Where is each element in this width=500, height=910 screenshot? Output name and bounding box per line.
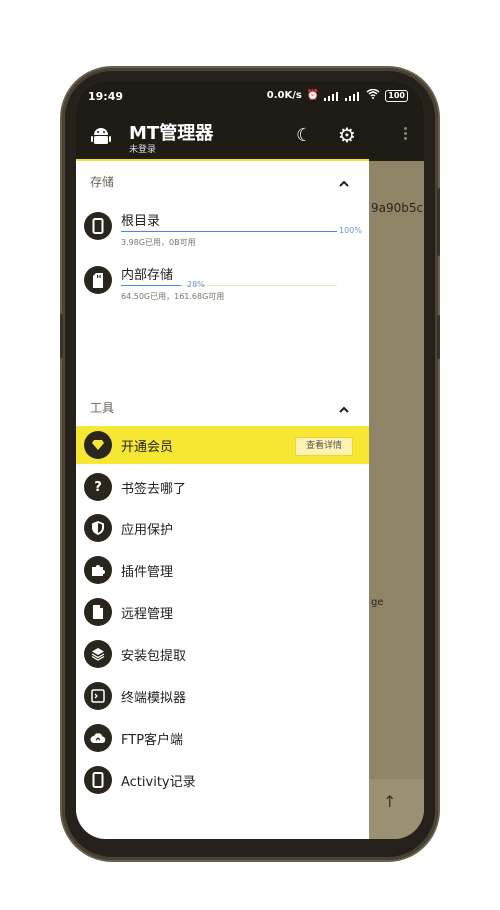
- storage-item-internal[interactable]: 内部存储 28% 64.50G已用，161.68G可用: [76, 261, 369, 301]
- file-icon: [84, 598, 112, 626]
- app-toolbar: MT管理器 未登录 ☾ ⚙: [76, 111, 424, 161]
- phone-icon: [84, 212, 112, 240]
- tool-label: FTP客户端: [121, 733, 184, 748]
- tool-label: 书签去哪了: [121, 482, 187, 497]
- tool-label: 插件管理: [121, 565, 174, 580]
- tool-label: 应用保护: [121, 523, 174, 538]
- storage-section-title: 存储: [90, 175, 115, 189]
- chevron-up-icon[interactable]: [338, 401, 350, 413]
- tool-label: 远程管理: [121, 607, 174, 622]
- android-icon[interactable]: [90, 125, 112, 147]
- tool-item-bookmarks[interactable]: ? 书签去哪了: [76, 468, 369, 506]
- network-speed: 0.0K/s: [266, 90, 302, 101]
- status-bar: 19:49 0.0K/s ⏰ 100: [76, 81, 424, 111]
- status-icons: 0.0K/s ⏰ 100: [266, 88, 408, 102]
- file-panel: 9a90b5c ge ↑: [369, 161, 424, 839]
- tool-label: 终端模拟器: [121, 691, 187, 706]
- storage-percent: 28%: [187, 280, 205, 289]
- gear-icon[interactable]: ⚙: [338, 123, 356, 147]
- volume-button: [60, 314, 63, 358]
- storage-usage: 3.98G已用，0B可用: [121, 238, 196, 247]
- tool-item-terminal[interactable]: 终端模拟器: [76, 677, 369, 715]
- signal-icon-1: [324, 91, 340, 101]
- sdcard-icon: [84, 266, 112, 294]
- more-menu-icon[interactable]: [404, 125, 408, 142]
- storage-progress-bar: [121, 231, 337, 232]
- side-button: [437, 315, 440, 359]
- tool-item-app-protect[interactable]: 应用保护: [76, 509, 369, 547]
- question-icon: ?: [84, 473, 112, 501]
- layers-icon: [84, 640, 112, 668]
- vip-label: 开通会员: [121, 440, 174, 455]
- storage-usage: 64.50G已用，161.68G可用: [121, 292, 225, 301]
- storage-label: 根目录: [121, 214, 161, 229]
- file-name-text: 9a90b5c: [371, 201, 424, 215]
- view-details-button[interactable]: 查看详情: [295, 437, 353, 456]
- terminal-icon: [84, 682, 112, 710]
- puzzle-icon: [84, 556, 112, 584]
- vip-item[interactable]: 开通会员 查看详情: [76, 426, 369, 464]
- storage-label: 内部存储: [121, 268, 174, 283]
- navigation-drawer: 存储 根目录 100% 3.98G已用，0B可用 内部存储 28% 64.50G…: [76, 161, 369, 839]
- cloud-icon: [84, 724, 112, 752]
- storage-item-root[interactable]: 根目录 100% 3.98G已用，0B可用: [76, 207, 369, 247]
- power-button: [437, 188, 440, 256]
- tool-label: 安装包提取: [121, 649, 187, 664]
- tool-item-remote[interactable]: 远程管理: [76, 593, 369, 631]
- battery-icon: 100: [385, 89, 408, 102]
- bottom-bar: ↑: [369, 779, 424, 839]
- phone-outline-icon: [84, 766, 112, 794]
- tool-label: Activity记录: [121, 775, 196, 790]
- tools-section-title: 工具: [90, 401, 115, 415]
- alarm-icon: ⏰: [306, 90, 320, 101]
- diamond-icon: [84, 431, 112, 459]
- screen: 19:49 0.0K/s ⏰ 100 MT管理器 未登录 ☾ ⚙ 9a90b5c: [76, 81, 424, 839]
- signal-icon-2: [345, 91, 361, 101]
- tool-item-apk-extract[interactable]: 安装包提取: [76, 635, 369, 673]
- tool-item-activity[interactable]: Activity记录: [76, 761, 369, 799]
- tool-item-plugins[interactable]: 插件管理: [76, 551, 369, 589]
- storage-progress-bar: [121, 285, 337, 286]
- storage-percent: 100%: [339, 226, 362, 235]
- status-time: 19:49: [88, 90, 124, 103]
- moon-icon[interactable]: ☾: [296, 125, 312, 146]
- file-name-text-2: ge: [371, 597, 384, 608]
- shield-icon: [84, 514, 112, 542]
- wifi-icon: [366, 88, 380, 102]
- tool-item-ftp[interactable]: FTP客户端: [76, 719, 369, 757]
- storage-progress-fill: [121, 285, 181, 286]
- login-status[interactable]: 未登录: [129, 142, 156, 155]
- chevron-up-icon[interactable]: [338, 175, 350, 187]
- arrow-up-icon[interactable]: ↑: [383, 792, 396, 811]
- storage-progress-fill: [121, 231, 337, 232]
